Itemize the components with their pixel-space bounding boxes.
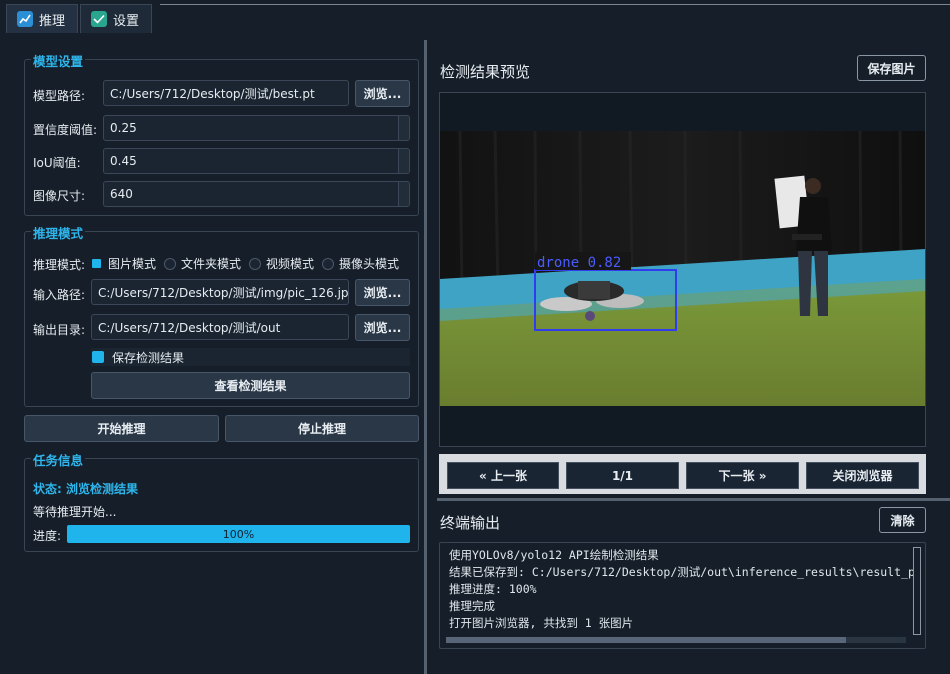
input-path-label: 输入路径: — [33, 288, 86, 302]
tab-bar: 推理 设置 — [6, 4, 153, 33]
task-info-title: 任务信息 — [31, 450, 86, 469]
radio-folder-mode[interactable]: 文件夹模式 — [164, 255, 241, 272]
chart-icon — [17, 11, 33, 27]
stop-inference-button[interactable]: 停止推理 — [225, 415, 419, 442]
iou-value: 0.45 — [110, 154, 137, 168]
image-size-label: 图像尺寸: — [33, 189, 86, 203]
next-image-button[interactable]: 下一张 » — [686, 462, 799, 489]
radio-camera-mode[interactable]: 摄像头模式 — [322, 255, 399, 272]
radio-indicator — [322, 257, 335, 270]
radio-label: 文件夹模式 — [181, 257, 242, 271]
mode-radio-group: 图片模式 文件夹模式 视频模式 摄像头模式 — [92, 255, 407, 272]
tab-inference[interactable]: 推理 — [6, 4, 79, 33]
detection-label: drone 0.82 — [537, 255, 621, 271]
output-browse-button[interactable]: 浏览... — [355, 314, 410, 341]
detection-image: drone 0.82 — [440, 131, 925, 406]
terminal-line: 推理进度: 100% — [449, 582, 537, 596]
radio-indicator — [164, 257, 177, 270]
save-results-checkbox[interactable] — [92, 351, 104, 363]
preview-title: 检测结果预览 — [440, 63, 531, 81]
scrollbar-thumb[interactable] — [446, 637, 846, 643]
start-inference-button[interactable]: 开始推理 — [24, 415, 219, 442]
save-results-checkbox-row[interactable]: 保存检测结果 — [91, 348, 410, 366]
clear-terminal-button[interactable]: 清除 — [879, 507, 926, 533]
image-size-value: 640 — [110, 187, 133, 201]
tab-settings[interactable]: 设置 — [80, 4, 153, 33]
terminal-line: 使用YOLOv8/yolo12 API绘制检测结果 — [449, 548, 659, 562]
output-dir-input[interactable]: C:/Users/712/Desktop/测试/out — [91, 314, 349, 340]
radio-label: 视频模式 — [266, 257, 315, 271]
save-image-button[interactable]: 保存图片 — [857, 55, 926, 81]
model-settings-title: 模型设置 — [31, 51, 86, 70]
image-navigation-bar: « 上一张 1/1 下一张 » 关闭浏览器 — [439, 454, 926, 494]
status-text: 状态: 浏览检测结果 — [33, 482, 138, 496]
confidence-stepper[interactable] — [398, 116, 409, 140]
radio-label: 摄像头模式 — [339, 257, 400, 271]
model-browse-button[interactable]: 浏览... — [355, 80, 410, 107]
terminal-line: 结果已保存到: C:/Users/712/Desktop/测试/out\infe… — [449, 565, 915, 579]
iou-spinbox[interactable]: 0.45 — [103, 148, 410, 174]
progress-bar: 100% — [67, 525, 410, 543]
iou-label: IoU阈值: — [33, 156, 81, 170]
preview-frame: drone 0.82 — [439, 92, 926, 447]
image-counter: 1/1 — [566, 462, 679, 489]
image-size-stepper[interactable] — [398, 182, 409, 206]
model-path-label: 模型路径: — [33, 89, 86, 103]
prev-image-button[interactable]: « 上一张 — [447, 462, 559, 489]
terminal-output[interactable]: 使用YOLOv8/yolo12 API绘制检测结果 结果已保存到: C:/Use… — [439, 542, 926, 649]
tab-settings-label: 设置 — [113, 13, 140, 29]
window-top-border — [160, 4, 950, 5]
terminal-title: 终端输出 — [440, 514, 501, 532]
tab-inference-label: 推理 — [39, 13, 66, 29]
view-results-button[interactable]: 查看检测结果 — [91, 372, 410, 399]
horizontal-splitter[interactable] — [437, 498, 950, 501]
confidence-value: 0.25 — [110, 121, 137, 135]
radio-indicator — [92, 259, 101, 268]
progress-text: 100% — [222, 527, 255, 541]
iou-stepper[interactable] — [398, 149, 409, 173]
radio-image-mode[interactable]: 图片模式 — [92, 255, 156, 272]
waiting-text: 等待推理开始... — [33, 505, 117, 519]
mode-label: 推理模式: — [33, 258, 86, 272]
confidence-spinbox[interactable]: 0.25 — [103, 115, 410, 141]
confidence-label: 置信度阈值: — [33, 123, 98, 137]
progress-label: 进度: — [33, 529, 62, 543]
output-dir-label: 输出目录: — [33, 323, 86, 337]
input-browse-button[interactable]: 浏览... — [355, 279, 410, 306]
terminal-line: 打开图片浏览器, 共找到 1 张图片 — [449, 616, 634, 630]
save-results-label: 保存检测结果 — [112, 350, 185, 365]
image-size-spinbox[interactable]: 640 — [103, 181, 410, 207]
check-icon — [91, 11, 108, 27]
terminal-horizontal-scrollbar[interactable] — [446, 637, 906, 643]
radio-indicator — [249, 257, 262, 270]
input-path-input[interactable]: C:/Users/712/Desktop/测试/img/pic_126.jpg — [91, 279, 349, 305]
close-browser-button[interactable]: 关闭浏览器 — [806, 462, 919, 489]
radio-label: 图片模式 — [108, 257, 157, 271]
terminal-vertical-scrollbar[interactable] — [913, 547, 921, 635]
radio-video-mode[interactable]: 视频模式 — [249, 255, 314, 272]
vertical-splitter[interactable] — [424, 40, 427, 674]
terminal-line: 推理完成 — [449, 599, 495, 613]
inference-mode-title: 推理模式 — [31, 223, 86, 242]
model-path-input[interactable]: C:/Users/712/Desktop/测试/best.pt — [103, 80, 349, 106]
